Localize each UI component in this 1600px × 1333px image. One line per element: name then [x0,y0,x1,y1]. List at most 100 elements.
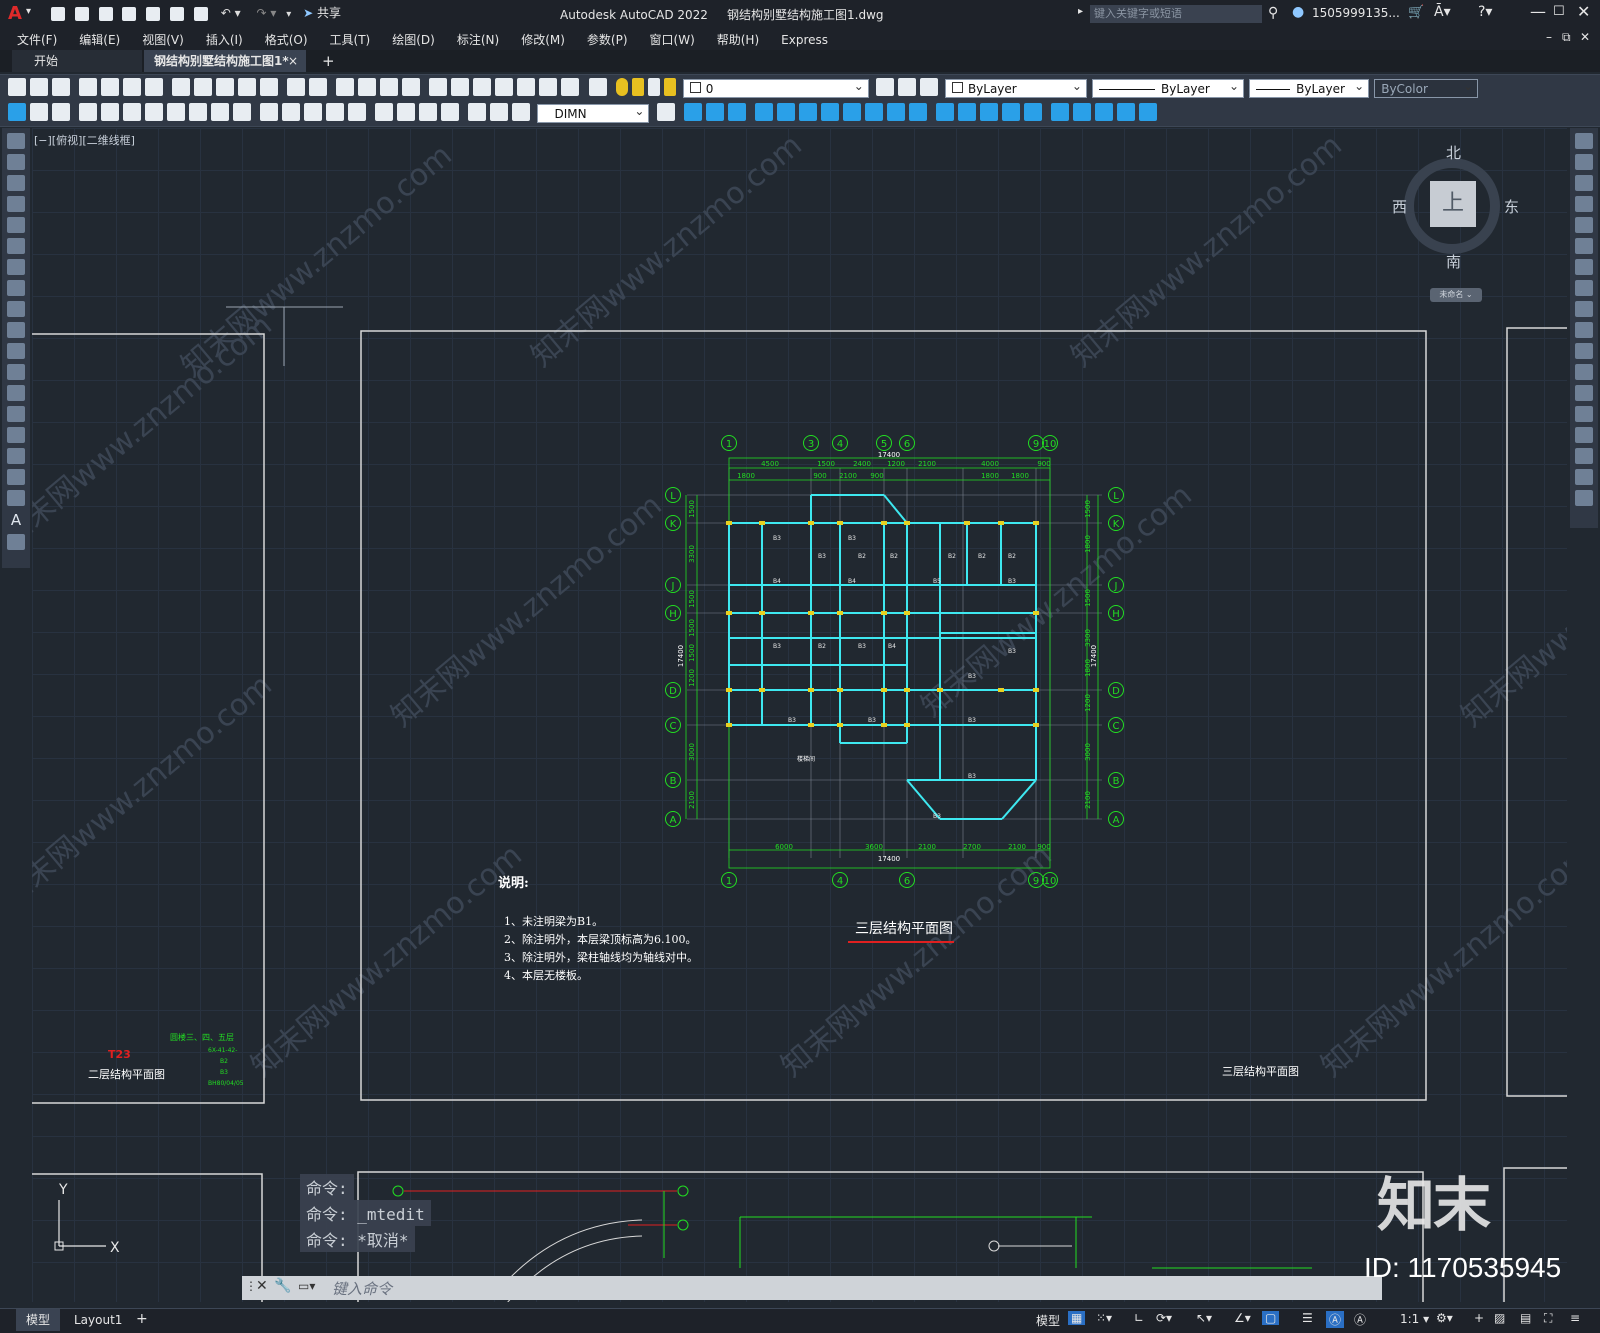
layer-states-icon[interactable] [919,78,938,96]
revision-cloud-icon[interactable] [7,280,25,296]
tab-layout1[interactable]: Layout1 [66,1309,130,1331]
help-icon[interactable]: ?▾ [1478,4,1492,20]
dim-space-icon[interactable] [326,103,345,121]
linear-dim-icon[interactable] [79,103,98,121]
trim-icon[interactable] [886,103,905,121]
pan-icon[interactable] [336,78,355,96]
copy-object-icon[interactable] [705,103,724,121]
plotstyle-dropdown[interactable]: ByColor [1374,77,1479,98]
aligned-dim-icon[interactable] [101,103,120,121]
cart-icon[interactable]: 🛒 [1408,5,1424,20]
command-line[interactable]: ⋮ ✕ 🔧 ▭▾ 键入命令 [242,1276,1382,1300]
rotate-icon[interactable] [1575,259,1593,275]
scale-icon[interactable] [1575,280,1593,296]
customize-qat-icon[interactable]: ▾ [286,9,291,20]
annotation-monitor-icon[interactable]: + [1474,1311,1484,1325]
menu-modify[interactable]: 修改(M) [510,28,576,51]
match-layer-icon[interactable] [8,103,26,121]
draworder-above-icon[interactable] [1094,103,1113,121]
dim-text-edit-icon[interactable] [490,103,509,121]
fillet-icon[interactable] [1575,448,1593,464]
redo-icon[interactable] [309,78,328,96]
ordinate-dim-icon[interactable] [145,103,164,121]
blend-icon[interactable] [1575,469,1593,485]
save-web-icon[interactable] [170,6,185,21]
baseline-dim-icon[interactable] [282,103,301,121]
viewcube-north[interactable]: 北 [1446,142,1461,163]
point-icon[interactable] [7,406,25,422]
spline-icon[interactable] [7,301,25,317]
search-expand-icon[interactable]: ▸ [1078,6,1083,17]
drawing-canvas[interactable]: [−][俯视][二维线框] 知末网www.znzmo.com 知末网www.znz… [32,128,1567,1302]
jogged-dim-icon[interactable] [189,103,208,121]
object-snap-icon[interactable]: ▢ [1262,1311,1280,1325]
erase-icon[interactable] [683,103,702,121]
doc-minimize-icon[interactable]: – [1546,30,1552,44]
layer-dropdown[interactable]: 0 [682,77,869,98]
minimize-icon[interactable]: — [1530,2,1546,21]
gradient-icon[interactable] [7,448,25,464]
workspace-gear-icon[interactable]: ⚙▾ [1436,1311,1453,1325]
viewcube-west[interactable]: 西 [1392,196,1407,217]
offset-icon[interactable] [754,103,773,121]
polyline-icon[interactable] [7,175,25,191]
quick-dim-icon[interactable] [260,103,279,121]
layer-previous-icon[interactable] [897,78,916,96]
open-web-icon[interactable] [146,6,161,21]
layer-properties-icon[interactable] [588,78,607,96]
doc-restore-icon[interactable]: ⧉ [1562,30,1571,45]
move-icon[interactable] [1575,238,1593,254]
paste-icon[interactable] [216,78,235,96]
autodesk-app-icon[interactable]: Ā▾ [1434,4,1451,20]
polar-icon[interactable]: ⟳▾ [1156,1311,1172,1325]
extend-icon[interactable] [908,103,927,121]
quickcalc-icon[interactable] [539,78,558,96]
copy-icon[interactable] [1575,154,1593,170]
menu-insert[interactable]: 插入(I) [195,28,254,51]
menu-window[interactable]: 窗口(W) [639,28,706,51]
extend-icon[interactable] [1575,343,1593,359]
dim-break-icon[interactable] [348,103,367,121]
scale-icon[interactable] [842,103,861,121]
ellipse-icon[interactable] [7,322,25,338]
open-icon[interactable] [74,6,89,21]
menu-view[interactable]: 视图(V) [131,28,195,51]
menu-dimension[interactable]: 标注(N) [446,28,510,51]
cut-icon[interactable] [172,78,191,96]
command-input[interactable]: 键入命令 [332,1278,392,1299]
diameter-dim-icon[interactable] [211,103,230,121]
tab-start[interactable]: 开始 [12,50,142,72]
menu-edit[interactable]: 编辑(E) [68,28,131,51]
quick-properties-icon[interactable]: ▤ [1520,1311,1531,1325]
layer-lock-icon[interactable] [663,78,676,96]
menu-help[interactable]: 帮助(H) [706,28,770,51]
qnew-icon[interactable] [8,78,26,96]
ucs-menu[interactable]: 未命名 ⌄ [1430,288,1482,302]
circle-icon[interactable] [7,259,25,275]
save-as-icon[interactable] [122,6,137,21]
ortho-icon[interactable]: ∟ [1134,1311,1144,1325]
menu-file[interactable]: 文件(F) [6,28,68,51]
user-icon[interactable]: ● [1292,4,1304,20]
construction-line-icon[interactable] [7,154,25,170]
autocad-logo[interactable]: A [8,3,22,24]
angle-icon[interactable]: ∠▾ [1234,1311,1251,1325]
annotation-scale[interactable]: 1:1 ▾ [1400,1312,1429,1326]
block-editor-icon[interactable] [260,78,279,96]
clean-screen-icon[interactable]: ⛶ [1544,1311,1552,1326]
color-dropdown[interactable]: ByLayer [944,77,1087,98]
stretch-icon[interactable] [1575,301,1593,317]
lineweight-dropdown[interactable]: ByLayer [1249,77,1370,98]
hatch-icon[interactable] [7,427,25,443]
open-icon[interactable] [30,78,48,96]
draworder-below-icon[interactable] [1116,103,1135,121]
ellipse-arc-icon[interactable] [7,343,25,359]
lineweight-toggle-icon[interactable]: ☰ [1302,1311,1313,1325]
explode-icon[interactable] [1575,490,1593,506]
design-center-icon[interactable] [451,78,470,96]
menu-parametric[interactable]: 参数(P) [576,28,639,51]
tool-palettes-icon[interactable] [473,78,492,96]
menu-express[interactable]: Express [770,30,839,50]
close-icon[interactable]: ✕ [1577,2,1590,21]
command-recent-icon[interactable]: ▭▾ [298,1279,315,1293]
